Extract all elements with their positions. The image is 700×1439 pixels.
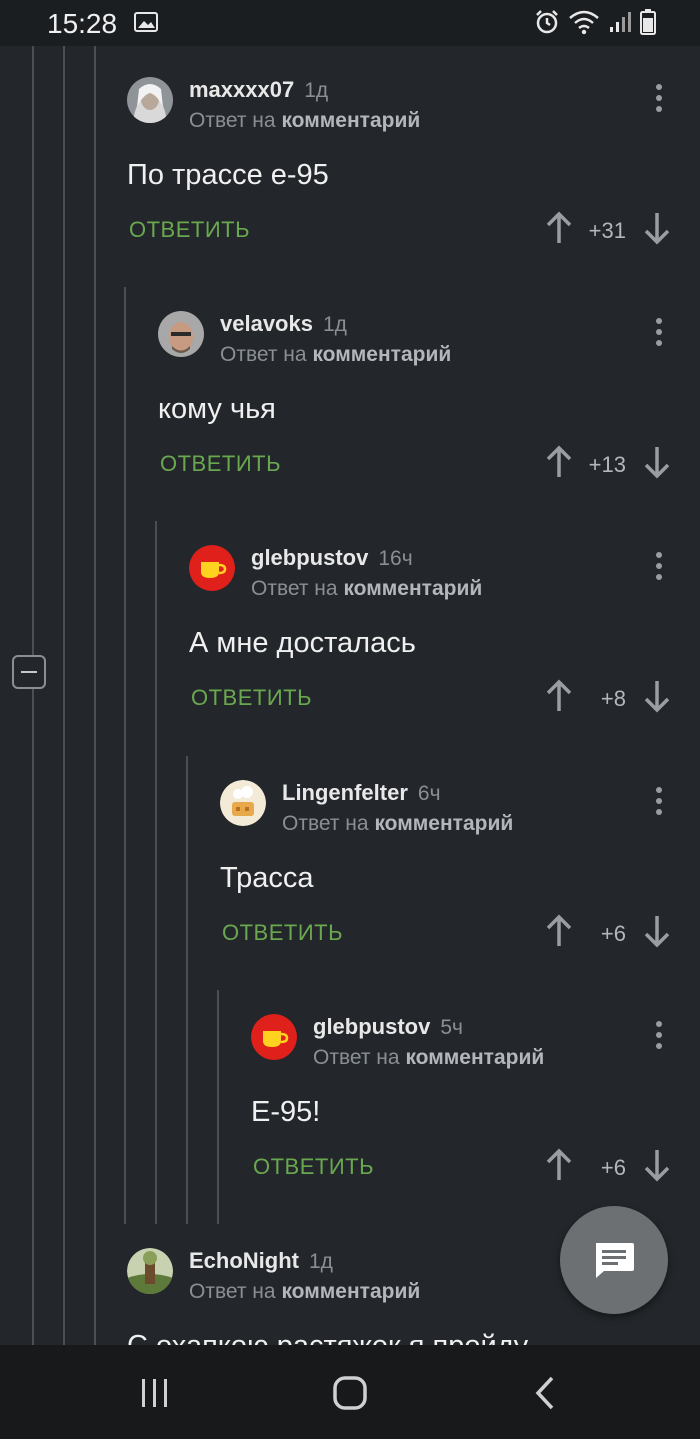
thread-line xyxy=(94,46,96,1345)
thread-line xyxy=(186,756,188,1224)
thread-line xyxy=(217,990,219,1224)
upvote-arrow-icon[interactable] xyxy=(544,914,574,948)
status-time: 15:28 xyxy=(47,8,118,39)
more-options-icon[interactable] xyxy=(646,551,672,581)
reply-to-link[interactable]: комментарий xyxy=(312,343,451,366)
reply-to-link[interactable]: комментарий xyxy=(374,812,513,835)
vote-score: +6 xyxy=(600,1155,626,1180)
downvote-arrow-icon[interactable] xyxy=(642,1148,672,1182)
comment: Lingenfelter 6ч Ответ на комментарий Трас… xyxy=(220,780,700,960)
more-options-icon[interactable] xyxy=(646,786,672,816)
vote-score: +13 xyxy=(588,452,626,477)
reply-button[interactable]: ОТВЕТИТЬ xyxy=(222,920,343,946)
more-options-icon[interactable] xyxy=(646,317,672,347)
alarm-icon xyxy=(536,10,558,34)
comment-time: 6ч xyxy=(417,782,441,805)
upvote-arrow-icon[interactable] xyxy=(544,679,574,713)
comment-time: 1д xyxy=(322,313,347,336)
reply-button[interactable]: ОТВЕТИТЬ xyxy=(160,451,281,477)
comment-username[interactable]: maxxxx07 1д xyxy=(189,77,328,103)
back-icon[interactable] xyxy=(526,1373,566,1413)
vote-score: +6 xyxy=(600,921,626,946)
comment-username[interactable]: glebpustov 16ч xyxy=(251,545,413,571)
downvote-arrow-icon[interactable] xyxy=(642,679,672,713)
reply-to-link[interactable]: комментарий xyxy=(281,1280,420,1303)
thread-line xyxy=(32,46,34,655)
reply-button[interactable]: ОТВЕТИТЬ xyxy=(129,217,250,243)
thread-line xyxy=(155,521,157,1224)
comment-text: кому чья xyxy=(158,393,276,425)
upvote-arrow-icon[interactable] xyxy=(544,1148,574,1182)
comment-time: 5ч xyxy=(440,1016,463,1039)
reply-button[interactable]: ОТВЕТИТЬ xyxy=(191,685,312,711)
upvote-arrow-icon[interactable] xyxy=(544,211,574,245)
reply-to-link[interactable]: комментарий xyxy=(405,1046,544,1069)
reply-to-link[interactable]: комментарий xyxy=(343,577,482,600)
status-bar: 15:28 xyxy=(0,0,700,46)
more-options-icon[interactable] xyxy=(646,1020,672,1050)
reply-to-link[interactable]: комментарий xyxy=(281,109,420,132)
reply-to-label: Ответ на комментарий xyxy=(189,109,421,132)
reply-button[interactable]: ОТВЕТИТЬ xyxy=(253,1154,374,1180)
more-options-icon[interactable] xyxy=(646,83,672,113)
battery-icon xyxy=(640,9,656,35)
reply-to-label: Ответ на комментарий xyxy=(189,1280,421,1303)
signal-icon xyxy=(610,12,631,32)
downvote-arrow-icon[interactable] xyxy=(642,914,672,948)
navigation-bar xyxy=(0,1345,700,1439)
thread-line xyxy=(63,46,65,1345)
avatar[interactable] xyxy=(127,77,173,123)
comment-time: 1д xyxy=(304,79,329,102)
home-icon[interactable] xyxy=(330,1373,370,1413)
thread-line xyxy=(32,689,34,1345)
wifi-icon xyxy=(569,10,599,35)
reply-to-label: Ответ на комментарий xyxy=(282,812,514,835)
avatar[interactable] xyxy=(220,780,266,826)
comment-text: По трассе е-95 xyxy=(127,159,329,191)
comments-screen: 15:28 maxxxx07 1д Ответ на комментарий П… xyxy=(0,0,700,1439)
comment-text: А мне досталась xyxy=(189,627,416,659)
reply-to-label: Ответ на комментарий xyxy=(313,1046,545,1069)
comment-time: 1д xyxy=(309,1250,333,1273)
vote-score: +8 xyxy=(600,686,626,711)
reply-to-label: Ответ на комментарий xyxy=(251,577,483,600)
comment: glebpustov 5ч Ответ на комментарий Е-95! … xyxy=(251,1014,700,1194)
avatar[interactable] xyxy=(189,545,235,591)
comment-username[interactable]: glebpustov 5ч xyxy=(313,1014,463,1040)
reply-to-label: Ответ на комментарий xyxy=(220,343,452,366)
comment-icon xyxy=(596,1243,634,1278)
comment-time: 16ч xyxy=(378,547,413,570)
vote-score: +31 xyxy=(588,218,626,243)
downvote-arrow-icon[interactable] xyxy=(642,211,672,245)
comment-username[interactable]: velavoks 1д xyxy=(220,311,347,337)
comment-username[interactable]: Lingenfelter 6ч xyxy=(282,780,441,806)
write-comment-button[interactable] xyxy=(560,1206,668,1314)
downvote-arrow-icon[interactable] xyxy=(642,445,672,479)
comment-text: С охапкою растяжек я пройду xyxy=(127,1330,528,1345)
upvote-arrow-icon[interactable] xyxy=(544,445,574,479)
avatar[interactable] xyxy=(127,1248,173,1294)
recent-apps-icon[interactable] xyxy=(135,1373,175,1413)
comment: glebpustov 16ч Ответ на комментарий А мне… xyxy=(189,545,700,725)
status-icons xyxy=(534,9,656,35)
comment: velavoks 1д Ответ на комментарий кому чья… xyxy=(158,311,700,491)
comment-username[interactable]: EchoNight 1д xyxy=(189,1248,333,1274)
avatar[interactable] xyxy=(158,311,204,357)
avatar[interactable] xyxy=(251,1014,297,1060)
comment-text: Е-95! xyxy=(251,1096,321,1128)
thread-line xyxy=(124,287,126,1224)
comment: maxxxx07 1д Ответ на комментарий По трасс… xyxy=(127,77,700,257)
comment-text: Трасса xyxy=(220,862,314,894)
image-notification-icon xyxy=(134,12,158,32)
collapse-thread-button[interactable] xyxy=(12,655,46,689)
